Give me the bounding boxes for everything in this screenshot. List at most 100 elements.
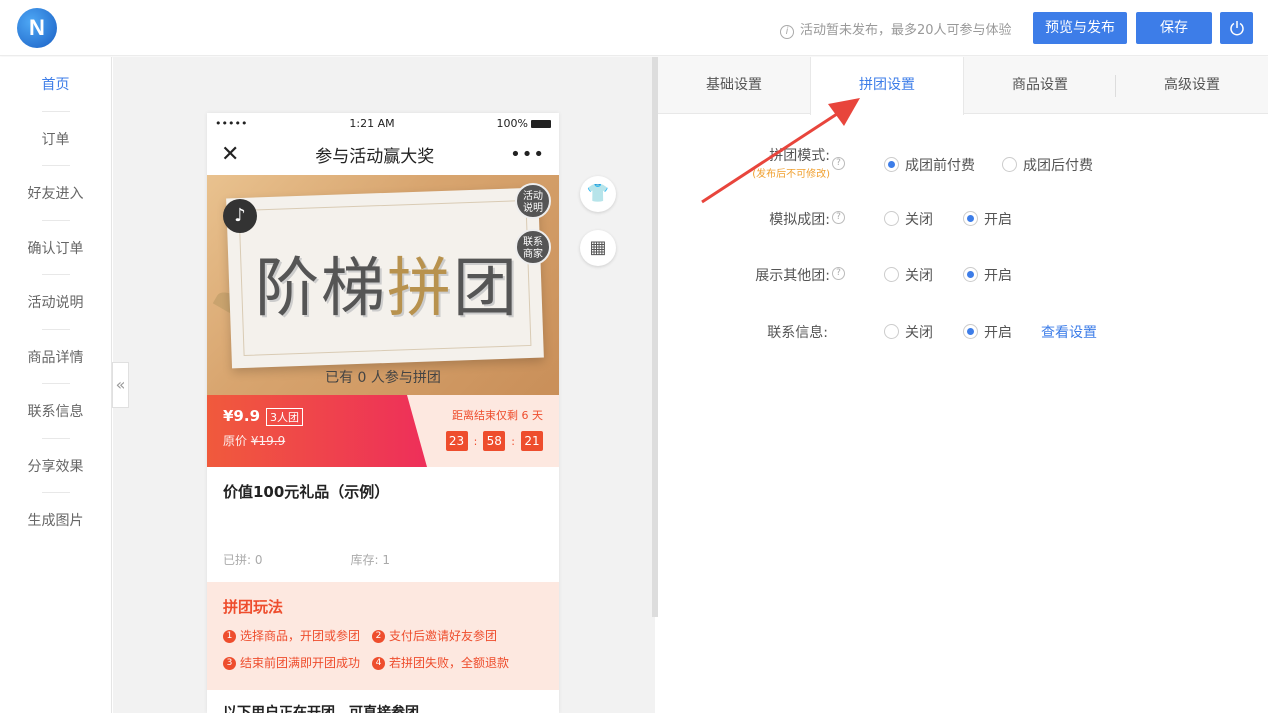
phone-title-bar: ✕ 参与活动赢大奖 ••• (207, 133, 559, 175)
activity-desc-badge[interactable]: 活动 说明 (515, 183, 551, 219)
form-row-group-mode: 拼团模式: (发布后不可修改) ? 成团前付费 成团后付费 (658, 148, 1268, 180)
rule-item: 1 选择商品，开团或参团 (223, 627, 360, 644)
step-number: 4 (372, 657, 386, 670)
stock-count: 库存: 1 (350, 553, 391, 567)
open-groups-heading: 以下用户正在开团，可直接参团 (223, 705, 419, 713)
timer-minutes: 58 (483, 431, 506, 451)
radio-show-off[interactable]: 关闭 (884, 265, 933, 285)
sold-count: 已拼: 0 (223, 553, 263, 567)
rule-item: 4 若拼团失败，全额退款 (372, 654, 509, 671)
badge-text: 商家 (523, 249, 543, 260)
battery-icon (531, 119, 551, 128)
nav-item-product-detail[interactable]: 商品详情 (0, 330, 111, 385)
radio-dot (884, 211, 899, 226)
radio-text: 成团前付费 (905, 158, 975, 174)
preview-publish-button[interactable]: 预览与发布 (1033, 12, 1127, 44)
nav-item-share[interactable]: 分享效果 (0, 439, 111, 494)
banner-title: 阶梯拼团 (255, 237, 519, 329)
form-row-simulate: 模拟成团: ? 关闭 开启 (658, 203, 1268, 233)
field-label: 联系信息: (767, 325, 828, 341)
original-price-label: 原价 (223, 433, 248, 448)
radio-show-on[interactable]: 开启 (963, 265, 1012, 285)
nav-item-gen-image[interactable]: 生成图片 (0, 493, 111, 548)
rule-text: 结束前团满即开团成功 (240, 656, 361, 670)
radio-dot (884, 324, 899, 339)
collapse-nav-button[interactable]: « (112, 362, 129, 408)
activity-banner: 阶梯拼团 ♪ 活动 说明 联系 商家 已有 0 人参与拼团 (207, 175, 559, 395)
shirt-icon[interactable]: 👕 (580, 176, 616, 212)
save-button[interactable]: 保存 (1136, 12, 1212, 44)
nav-item-order[interactable]: 订单 (0, 112, 111, 167)
banner-title-part: 拼 (387, 252, 453, 326)
radio-text: 开启 (984, 212, 1012, 228)
radio-text: 关闭 (905, 268, 933, 284)
badge-text: 活动 (523, 191, 543, 202)
nav-item-friend-enter[interactable]: 好友进入 (0, 166, 111, 221)
tab-group[interactable]: 拼团设置 (810, 57, 964, 115)
rule-text: 选择商品，开团或参团 (240, 629, 361, 643)
radio-pay-after[interactable]: 成团后付费 (1002, 155, 1093, 175)
contact-merchant-badge[interactable]: 联系 商家 (515, 229, 551, 265)
close-icon[interactable]: ✕ (221, 142, 239, 167)
tab-advanced[interactable]: 高级设置 (1116, 57, 1268, 113)
music-icon[interactable]: ♪ (223, 199, 257, 233)
badge-text: 联系 (523, 237, 543, 248)
banner-title-part: 阶梯 (255, 252, 387, 326)
radio-simulate-off[interactable]: 关闭 (884, 209, 933, 229)
grid-icon[interactable]: ▦ (580, 230, 616, 266)
radio-text: 关闭 (905, 325, 933, 341)
countdown-timer: 23: 58: 21 (427, 431, 543, 451)
app-logo: N (17, 8, 57, 48)
help-icon[interactable]: ? (832, 211, 845, 224)
tab-product[interactable]: 商品设置 (964, 57, 1116, 113)
help-icon[interactable]: ? (832, 157, 845, 170)
power-button[interactable] (1220, 12, 1253, 44)
radio-dot (884, 157, 899, 172)
view-settings-link[interactable]: 查看设置 (1041, 322, 1097, 342)
help-icon[interactable]: ? (832, 267, 845, 280)
label-hint: (发布后不可修改) (752, 169, 830, 180)
banner-title-part: 团 (453, 252, 519, 326)
radio-contact-on[interactable]: 开启 (963, 322, 1012, 342)
group-size-tag: 3人团 (266, 407, 304, 426)
form-row-contact: 联系信息: 关闭 开启 查看设置 (658, 316, 1268, 346)
notice-text: 活动暂未发布，最多20人可参与体验 (800, 23, 1012, 38)
settings-panel: 基础设置 拼团设置 商品设置 高级设置 拼团模式: (发布后不可修改) ? 成团前… (658, 57, 1268, 713)
step-number: 2 (372, 630, 386, 643)
radio-text: 成团后付费 (1023, 158, 1093, 174)
nav-item-home[interactable]: 首页 (0, 57, 111, 112)
nav-item-confirm-order[interactable]: 确认订单 (0, 221, 111, 276)
badge-text: 说明 (523, 203, 543, 214)
radio-text: 关闭 (905, 212, 933, 228)
tab-basic[interactable]: 基础设置 (658, 57, 810, 113)
radio-simulate-on[interactable]: 开启 (963, 209, 1012, 229)
radio-dot (963, 324, 978, 339)
rules-title: 拼团玩法 (223, 598, 284, 616)
original-price: ¥19.9 (250, 433, 286, 448)
battery-indicator: 100% (497, 117, 551, 130)
radio-pay-before[interactable]: 成团前付费 (884, 155, 975, 175)
step-number: 3 (223, 657, 236, 670)
radio-dot (1002, 157, 1017, 172)
label-text: 拼团模式: (769, 148, 830, 164)
nav-item-contact[interactable]: 联系信息 (0, 384, 111, 439)
countdown-label: 距离结束仅剩 6 天 (452, 409, 543, 422)
left-nav: 首页 订单 好友进入 确认订单 活动说明 商品详情 联系信息 分享效果 生成图片 (0, 57, 112, 713)
group-rules: 拼团玩法 1 选择商品，开团或参团 2 支付后邀请好友参团 3 结束前团满即开团成功 4 若… (207, 582, 559, 690)
top-bar: N i 活动暂未发布，最多20人可参与体验 预览与发布 保存 (0, 0, 1268, 56)
rule-text: 支付后邀请好友参团 (389, 629, 498, 643)
phone-title: 参与活动赢大奖 (315, 146, 435, 167)
field-label: 模拟成团: (769, 212, 830, 228)
status-time: 1:21 AM (349, 116, 395, 130)
countdown-block: 距离结束仅剩 6 天 23: 58: 21 (427, 395, 559, 467)
more-icon[interactable]: ••• (510, 144, 545, 165)
rule-text: 若拼团失败，全额退款 (389, 656, 510, 670)
rule-item: 3 结束前团满即开团成功 (223, 654, 360, 671)
settings-tabs: 基础设置 拼团设置 商品设置 高级设置 (658, 57, 1268, 115)
joined-count: 已有 0 人参与拼团 (325, 370, 441, 386)
radio-contact-off[interactable]: 关闭 (884, 322, 933, 342)
nav-item-activity-desc[interactable]: 活动说明 (0, 275, 111, 330)
timer-seconds: 21 (521, 431, 543, 451)
step-number: 1 (223, 630, 236, 643)
price-bar: ¥9.9 3人团 原价 ¥19.9 距离结束仅剩 6 天 23: 58: 21 (207, 395, 559, 467)
